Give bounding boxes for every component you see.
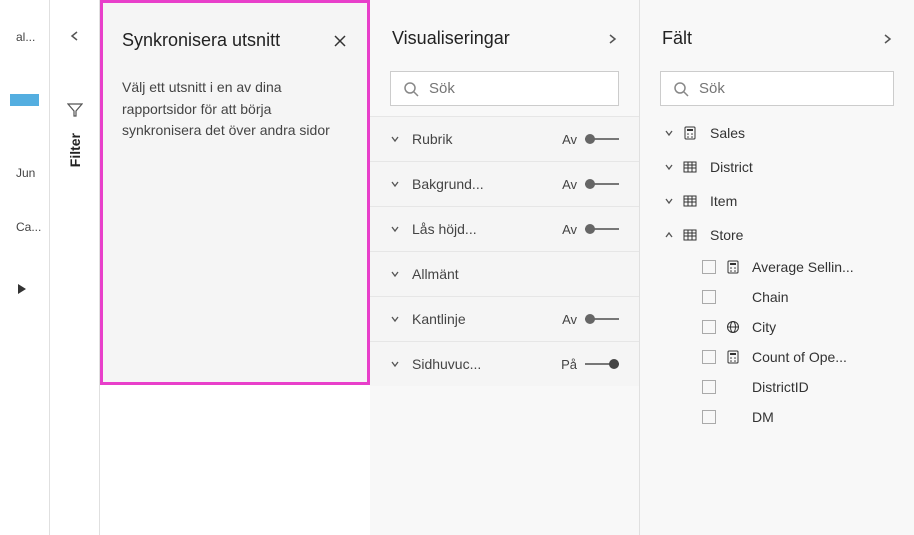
format-property-row[interactable]: Lås höjd... Av — [370, 206, 639, 251]
table-row[interactable]: Item — [640, 184, 914, 218]
calc-icon — [726, 260, 744, 274]
property-label: Sidhuvuc... — [412, 356, 561, 372]
toggle-state: Av — [562, 177, 577, 192]
toggle-state: Av — [562, 312, 577, 327]
property-label: Kantlinje — [412, 311, 562, 327]
table-icon — [680, 160, 700, 174]
field-checkbox[interactable] — [702, 290, 716, 304]
filter-pane-collapsed[interactable]: Filter — [50, 0, 100, 535]
table-label: Sales — [710, 125, 745, 141]
field-checkbox[interactable] — [702, 320, 716, 334]
calc-icon — [726, 350, 744, 364]
chevron-down-icon[interactable] — [664, 128, 680, 138]
field-row[interactable]: Chain — [640, 282, 914, 312]
format-property-row[interactable]: Allmänt — [370, 251, 639, 296]
collapse-chevron-icon[interactable] — [607, 33, 617, 45]
chevron-down-icon[interactable] — [390, 134, 400, 144]
format-property-row[interactable]: Kantlinje Av — [370, 296, 639, 341]
globe-icon — [726, 320, 744, 334]
field-checkbox[interactable] — [702, 410, 716, 424]
field-label: DistrictID — [752, 379, 809, 395]
chevron-down-icon[interactable] — [664, 196, 680, 206]
toggle-switch[interactable] — [585, 313, 619, 325]
format-property-row[interactable]: Sidhuvuc... På — [370, 341, 639, 386]
chevron-up-icon[interactable] — [664, 230, 680, 240]
visualizations-pane: Visualiseringar Rubrik Av Bakgrund... Av… — [370, 0, 640, 535]
field-row[interactable]: Average Sellin... — [640, 252, 914, 282]
fields-pane: Fält Sales District Item Store Average S… — [640, 0, 914, 535]
field-row[interactable]: DistrictID — [640, 372, 914, 402]
table-icon — [680, 194, 700, 208]
search-input[interactable] — [699, 80, 881, 97]
field-row[interactable]: Count of Ope... — [640, 342, 914, 372]
toggle-state: På — [561, 357, 577, 372]
canvas-label: Jun — [16, 166, 49, 180]
property-label: Allmänt — [412, 266, 619, 282]
canvas-bar — [10, 94, 39, 106]
filter-pane-label: Filter — [67, 133, 83, 167]
table-row[interactable]: District — [640, 150, 914, 184]
canvas-label: al... — [16, 30, 49, 44]
fields-title: Fält — [662, 28, 692, 49]
property-label: Rubrik — [412, 131, 562, 147]
chevron-down-icon[interactable] — [390, 359, 400, 369]
field-row[interactable]: DM — [640, 402, 914, 432]
field-label: Average Sellin... — [752, 259, 854, 275]
close-icon[interactable] — [333, 34, 347, 48]
field-row[interactable]: City — [640, 312, 914, 342]
table-icon — [680, 228, 700, 242]
toggle-state: Av — [562, 222, 577, 237]
table-row[interactable]: Sales — [640, 116, 914, 150]
chevron-down-icon[interactable] — [390, 224, 400, 234]
property-label: Lås höjd... — [412, 221, 562, 237]
field-label: City — [752, 319, 776, 335]
search-icon — [673, 81, 689, 97]
sync-slicers-pane: Synkronisera utsnitt Välj ett utsnitt i … — [100, 0, 370, 385]
field-checkbox[interactable] — [702, 260, 716, 274]
canvas-label: Ca... — [16, 220, 49, 234]
play-icon[interactable] — [18, 284, 49, 294]
report-canvas-fragment: al... Jun Ca... — [0, 0, 50, 535]
property-label: Bakgrund... — [412, 176, 562, 192]
fields-search[interactable] — [660, 71, 894, 106]
chevron-down-icon[interactable] — [390, 269, 400, 279]
field-checkbox[interactable] — [702, 350, 716, 364]
chevron-down-icon[interactable] — [390, 179, 400, 189]
toggle-switch[interactable] — [585, 358, 619, 370]
toggle-switch[interactable] — [585, 178, 619, 190]
field-label: Chain — [752, 289, 789, 305]
toggle-switch[interactable] — [585, 223, 619, 235]
field-checkbox[interactable] — [702, 380, 716, 394]
search-icon — [403, 81, 419, 97]
sync-pane-body: Välj ett utsnitt i en av dina rapportsid… — [122, 77, 347, 142]
visualizations-search[interactable] — [390, 71, 619, 106]
table-label: District — [710, 159, 753, 175]
collapse-chevron-icon[interactable] — [69, 30, 81, 42]
table-label: Store — [710, 227, 743, 243]
toggle-state: Av — [562, 132, 577, 147]
table-row[interactable]: Store — [640, 218, 914, 252]
chevron-down-icon[interactable] — [390, 314, 400, 324]
search-input[interactable] — [429, 80, 606, 97]
calc-icon — [680, 126, 700, 140]
visualizations-title: Visualiseringar — [392, 28, 510, 49]
collapse-chevron-icon[interactable] — [882, 33, 892, 45]
field-label: DM — [752, 409, 774, 425]
table-label: Item — [710, 193, 737, 209]
field-label: Count of Ope... — [752, 349, 847, 365]
sync-pane-title: Synkronisera utsnitt — [122, 30, 280, 51]
filter-icon — [67, 102, 83, 118]
chevron-down-icon[interactable] — [664, 162, 680, 172]
format-property-row[interactable]: Bakgrund... Av — [370, 161, 639, 206]
format-property-row[interactable]: Rubrik Av — [370, 116, 639, 161]
toggle-switch[interactable] — [585, 133, 619, 145]
